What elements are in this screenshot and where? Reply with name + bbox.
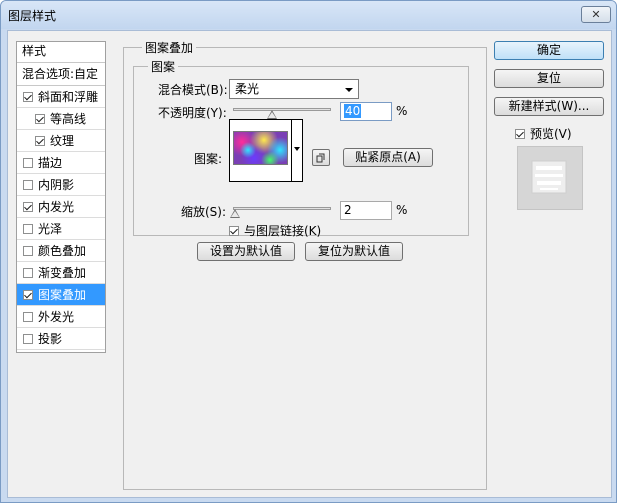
blend-mode-select[interactable]: 柔光 — [229, 79, 359, 99]
style-item[interactable]: 等高线 — [17, 108, 105, 130]
set-default-button[interactable]: 设置为默认值 — [197, 242, 295, 261]
scale-label: 缩放(S): — [181, 205, 227, 219]
style-item[interactable]: 外发光 — [17, 306, 105, 328]
opacity-unit: % — [396, 104, 408, 118]
layer-style-dialog: 图层样式 ✕ 样式 混合选项:自定 斜面和浮雕等高线纹理描边内阴影内发光光泽颜色… — [0, 0, 617, 503]
style-item-label: 描边 — [38, 156, 63, 170]
new-preset-icon — [316, 153, 325, 163]
style-item[interactable]: 内阴影 — [17, 174, 105, 196]
ok-button[interactable]: 确定 — [494, 41, 604, 60]
pattern-overlay-group: 图案叠加 图案 混合模式(B): 柔光 不透明度(Y): 40 % 图案: 贴紧… — [123, 39, 487, 490]
style-item[interactable]: 光泽 — [17, 218, 105, 240]
style-item-label: 内发光 — [38, 200, 75, 214]
style-item-checkbox[interactable] — [23, 333, 33, 344]
blend-mode-label: 混合模式(B): — [158, 83, 228, 97]
link-with-layer-label: 与图层链接(K) — [244, 224, 322, 238]
style-item-label: 光泽 — [38, 222, 63, 236]
style-item[interactable]: 斜面和浮雕 — [17, 86, 105, 108]
style-item-checkbox[interactable] — [23, 91, 33, 102]
preview-image — [531, 160, 567, 194]
opacity-slider-track[interactable] — [233, 108, 331, 111]
reset-button[interactable]: 复位 — [494, 69, 604, 88]
style-item-label: 渐变叠加 — [38, 266, 87, 280]
style-item-checkbox[interactable] — [23, 201, 33, 212]
style-item-label: 外发光 — [38, 310, 75, 324]
reset-default-button[interactable]: 复位为默认值 — [305, 242, 403, 261]
styles-header[interactable]: 样式 — [17, 42, 105, 63]
pattern-picker[interactable] — [228, 119, 303, 182]
chevron-down-icon[interactable] — [294, 147, 300, 151]
close-icon: ✕ — [591, 8, 601, 21]
scale-unit: % — [396, 203, 408, 217]
style-preview-thumbnail — [517, 146, 583, 210]
style-item-checkbox[interactable] — [23, 311, 33, 322]
styles-list: 样式 混合选项:自定 斜面和浮雕等高线纹理描边内阴影内发光光泽颜色叠加渐变叠加图… — [16, 41, 106, 353]
pattern-subgroup: 图案 混合模式(B): 柔光 不透明度(Y): 40 % 图案: 贴紧原点(A)… — [133, 58, 469, 239]
style-item-label: 纹理 — [50, 134, 75, 148]
new-style-button[interactable]: 新建样式(W)... — [494, 97, 604, 116]
style-item-label: 图案叠加 — [38, 288, 87, 302]
style-item[interactable]: 图案叠加 — [17, 284, 105, 306]
title-bar[interactable]: 图层样式 ✕ — [1, 1, 616, 29]
style-item-label: 颜色叠加 — [38, 244, 87, 258]
dialog-client: 样式 混合选项:自定 斜面和浮雕 等高线 纹理 描边 内阴影 内发光 光泽 颜色叠加 渐变叠加图… — [7, 30, 612, 498]
close-button[interactable]: ✕ — [581, 6, 611, 23]
preview-label: 预览(V) — [530, 127, 572, 141]
style-item[interactable]: 颜色叠加 — [17, 240, 105, 262]
style-item[interactable]: 描边 — [17, 152, 105, 174]
style-item[interactable]: 投影 — [17, 328, 105, 350]
pattern-swatch — [228, 126, 293, 171]
preview-checkbox-box[interactable] — [515, 128, 525, 139]
scale-slider-track[interactable] — [233, 207, 331, 210]
pattern-divider — [291, 120, 292, 181]
chevron-down-icon — [345, 88, 353, 92]
preview-checkbox[interactable]: 预览(V) — [515, 125, 572, 142]
style-item[interactable]: 内发光 — [17, 196, 105, 218]
style-item-checkbox[interactable] — [35, 113, 45, 124]
blend-options-item[interactable]: 混合选项:自定 — [17, 63, 105, 86]
style-item-label: 斜面和浮雕 — [38, 90, 99, 104]
style-item-checkbox[interactable] — [23, 245, 33, 256]
pattern-subgroup-title: 图案 — [148, 58, 179, 75]
scale-input[interactable]: 2 — [340, 201, 392, 220]
create-preset-button[interactable] — [312, 149, 330, 166]
style-item-label: 投影 — [38, 332, 63, 346]
style-items: 斜面和浮雕等高线纹理描边内阴影内发光光泽颜色叠加渐变叠加图案叠加外发光投影 — [17, 86, 105, 350]
style-item-checkbox[interactable] — [23, 179, 33, 190]
style-item-label: 等高线 — [50, 112, 87, 126]
link-checkbox-box[interactable] — [229, 225, 239, 236]
style-item-label: 内阴影 — [38, 178, 75, 192]
style-item-checkbox[interactable] — [23, 223, 33, 234]
opacity-input[interactable]: 40 — [340, 102, 392, 121]
style-item[interactable]: 纹理 — [17, 130, 105, 152]
scale-value: 2 — [344, 203, 352, 217]
style-item[interactable]: 渐变叠加 — [17, 262, 105, 284]
blend-mode-value: 柔光 — [235, 82, 260, 96]
style-item-checkbox[interactable] — [23, 157, 33, 168]
style-item-checkbox[interactable] — [23, 289, 33, 300]
opacity-slider-thumb[interactable] — [267, 110, 278, 119]
style-item-checkbox[interactable] — [35, 135, 45, 146]
pattern-preview-image — [228, 126, 293, 171]
window-title: 图层样式 — [8, 9, 57, 23]
scale-slider-thumb[interactable] — [229, 209, 240, 218]
pattern-label: 图案: — [194, 152, 223, 166]
pattern-overlay-title: 图案叠加 — [142, 39, 197, 56]
link-with-layer-checkbox[interactable]: 与图层链接(K) — [229, 222, 321, 239]
style-item-checkbox[interactable] — [23, 267, 33, 278]
opacity-label: 不透明度(Y): — [158, 106, 227, 120]
opacity-value: 40 — [344, 104, 362, 118]
snap-to-origin-button[interactable]: 贴紧原点(A) — [343, 148, 433, 167]
